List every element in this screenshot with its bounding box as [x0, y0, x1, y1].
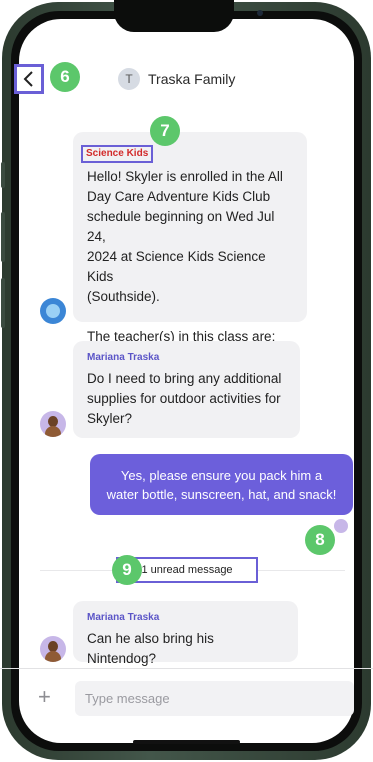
annotation-badge-7: 7 [150, 116, 180, 146]
message-text: Hello! Skyler is enrolled in the All Day… [87, 169, 283, 364]
back-button[interactable] [14, 64, 44, 94]
message-text: Do I need to bring any additional suppli… [87, 371, 282, 426]
outgoing-message-bubble: Yes, please ensure you pack him a water … [90, 454, 353, 515]
school-avatar [40, 298, 66, 324]
annotation-badge-9: 9 [112, 555, 142, 585]
chat-header: T Traska Family [118, 64, 235, 94]
chevron-left-icon [23, 71, 33, 87]
own-avatar [334, 519, 348, 533]
school-logo-icon [46, 304, 60, 318]
plus-icon[interactable]: + [38, 686, 51, 708]
volume-down-button [1, 278, 5, 328]
mute-switch [1, 162, 5, 188]
message-text: Can he also bring his Nintendog? [87, 631, 218, 666]
user-avatar [40, 411, 66, 437]
message-input[interactable] [75, 681, 354, 716]
chat-title: Traska Family [148, 71, 236, 87]
home-indicator[interactable] [133, 740, 240, 744]
message-bubble: Mariana Traska Do I need to bring any ad… [73, 341, 300, 438]
camera-dot [257, 10, 263, 16]
message-bubble: Science Kids Hello! Skyler is enrolled i… [73, 132, 307, 364]
message-bubble: Mariana Traska Can he also bring his Nin… [73, 601, 298, 666]
user-avatar [40, 636, 66, 662]
sender-name: Mariana Traska [87, 352, 160, 363]
sender-name: Mariana Traska [87, 612, 160, 623]
annotation-badge-6: 6 [50, 62, 80, 92]
composer-divider [0, 668, 373, 669]
sender-name: Science Kids [81, 145, 154, 163]
message-text: Yes, please ensure you pack him a water … [106, 468, 337, 502]
volume-up-button [1, 212, 5, 262]
notch [114, 0, 263, 32]
annotation-badge-8: 8 [305, 525, 335, 555]
group-avatar: T [118, 68, 140, 90]
